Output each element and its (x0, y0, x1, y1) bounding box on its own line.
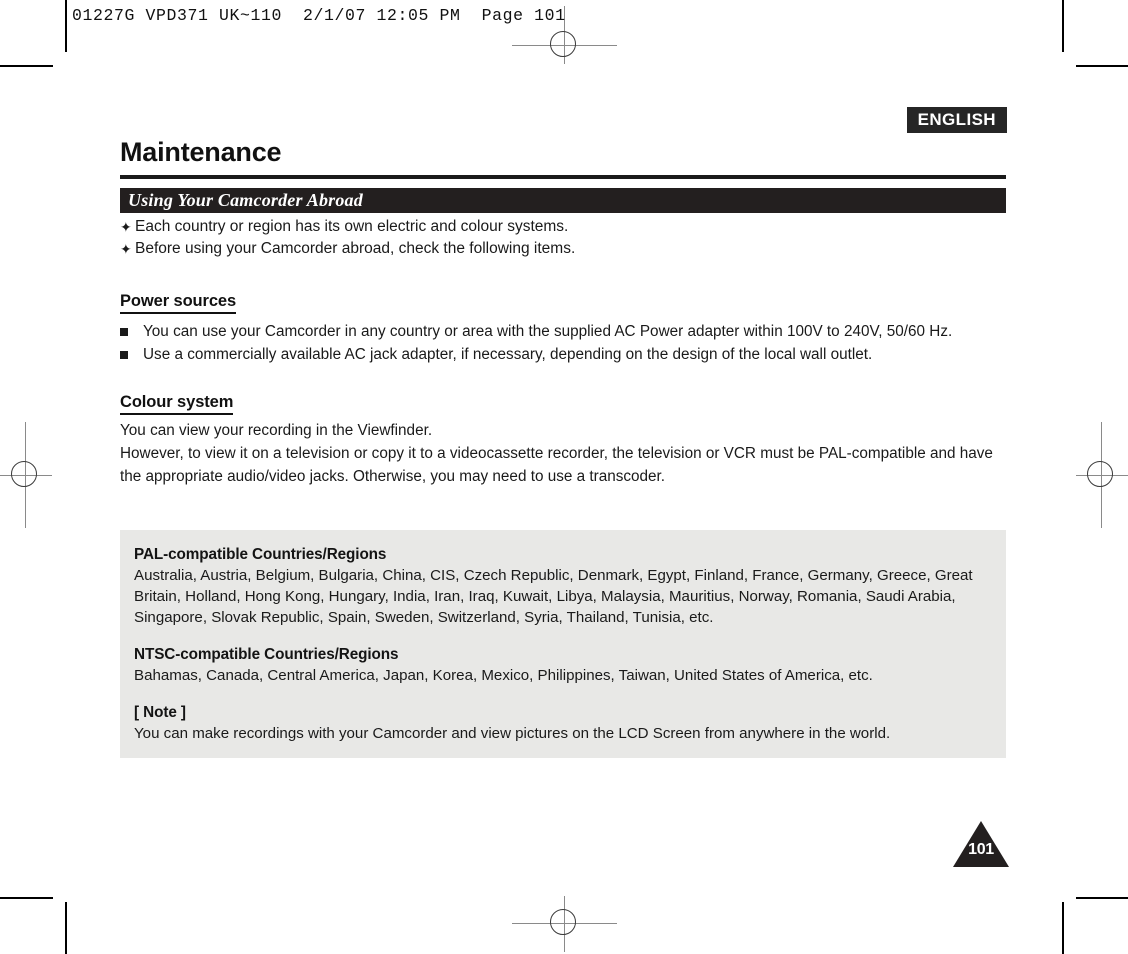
crop-mark-bottom-right-horizontal (1076, 897, 1128, 899)
page-number-badge: 101 (953, 821, 1009, 867)
film-header-text: 01227G VPD371 UK~110 2/1/07 12:05 PM Pag… (72, 6, 566, 25)
document-page: 01227G VPD371 UK~110 2/1/07 12:05 PM Pag… (0, 0, 1128, 954)
pal-compatible-heading: PAL-compatible Countries/Regions (134, 546, 387, 563)
list-item: ✦ Each country or region has its own ele… (120, 216, 1006, 238)
page-number-label: 101 (968, 841, 994, 858)
crop-mark-top-left-vertical (65, 0, 67, 52)
colour-system-heading: Colour system (120, 393, 233, 415)
list-item: You can use your Camcorder in any countr… (120, 320, 1006, 343)
registration-mark-top (537, 18, 591, 72)
power-sources-item-text: Use a commercially available AC jack ada… (143, 346, 873, 363)
pal-compatible-country-list: Australia, Austria, Belgium, Bulgaria, C… (134, 567, 973, 626)
ntsc-compatible-heading: NTSC-compatible Countries/Regions (134, 646, 399, 663)
clover-bullet-icon: ✦ (120, 219, 132, 235)
title-divider-rule (120, 175, 1006, 179)
power-sources-heading: Power sources (120, 292, 236, 314)
registration-mark-bottom (537, 896, 591, 950)
crop-mark-bottom-left-vertical (65, 902, 67, 954)
note-text: You can make recordings with your Camcor… (134, 725, 891, 742)
colour-system-body: You can view your recording in the Viewf… (120, 419, 1000, 488)
page-title: Maintenance (120, 137, 282, 167)
panel-spacer (134, 628, 990, 644)
registration-mark-left (0, 448, 52, 502)
registration-mark-right (1074, 448, 1128, 502)
square-bullet-icon (120, 343, 143, 366)
section-header-label: Using Your Camcorder Abroad (128, 190, 363, 210)
intro-bullet-list: ✦ Each country or region has its own ele… (120, 216, 1006, 260)
colour-system-paragraph: You can view your recording in the Viewf… (120, 422, 433, 439)
note-heading: [ Note ] (134, 704, 186, 721)
crop-mark-bottom-left-horizontal (0, 897, 53, 899)
crop-mark-top-left-horizontal (0, 65, 53, 67)
language-tab-english: ENGLISH (906, 107, 1007, 133)
ntsc-compatible-country-list: Bahamas, Canada, Central America, Japan,… (134, 667, 873, 684)
crop-mark-top-right-vertical (1062, 0, 1064, 52)
panel-spacer (134, 686, 990, 702)
list-item: Use a commercially available AC jack ada… (120, 343, 1006, 366)
power-sources-item-text: You can use your Camcorder in any countr… (143, 323, 953, 340)
list-item: ✦ Before using your Camcorder abroad, ch… (120, 238, 1006, 260)
crop-mark-top-right-horizontal (1076, 65, 1128, 67)
intro-bullet-text: Before using your Camcorder abroad, chec… (135, 240, 576, 257)
crop-mark-bottom-right-vertical (1062, 902, 1064, 954)
colour-system-paragraph: However, to view it on a television or c… (120, 445, 993, 485)
compatibility-info-panel: PAL-compatible Countries/Regions Austral… (120, 530, 1006, 758)
power-sources-list: You can use your Camcorder in any countr… (120, 320, 1006, 366)
intro-bullet-text: Each country or region has its own elect… (135, 218, 569, 235)
clover-bullet-icon: ✦ (120, 241, 132, 257)
square-bullet-icon (120, 320, 143, 343)
section-header-bar: Using Your Camcorder Abroad (120, 188, 1006, 213)
